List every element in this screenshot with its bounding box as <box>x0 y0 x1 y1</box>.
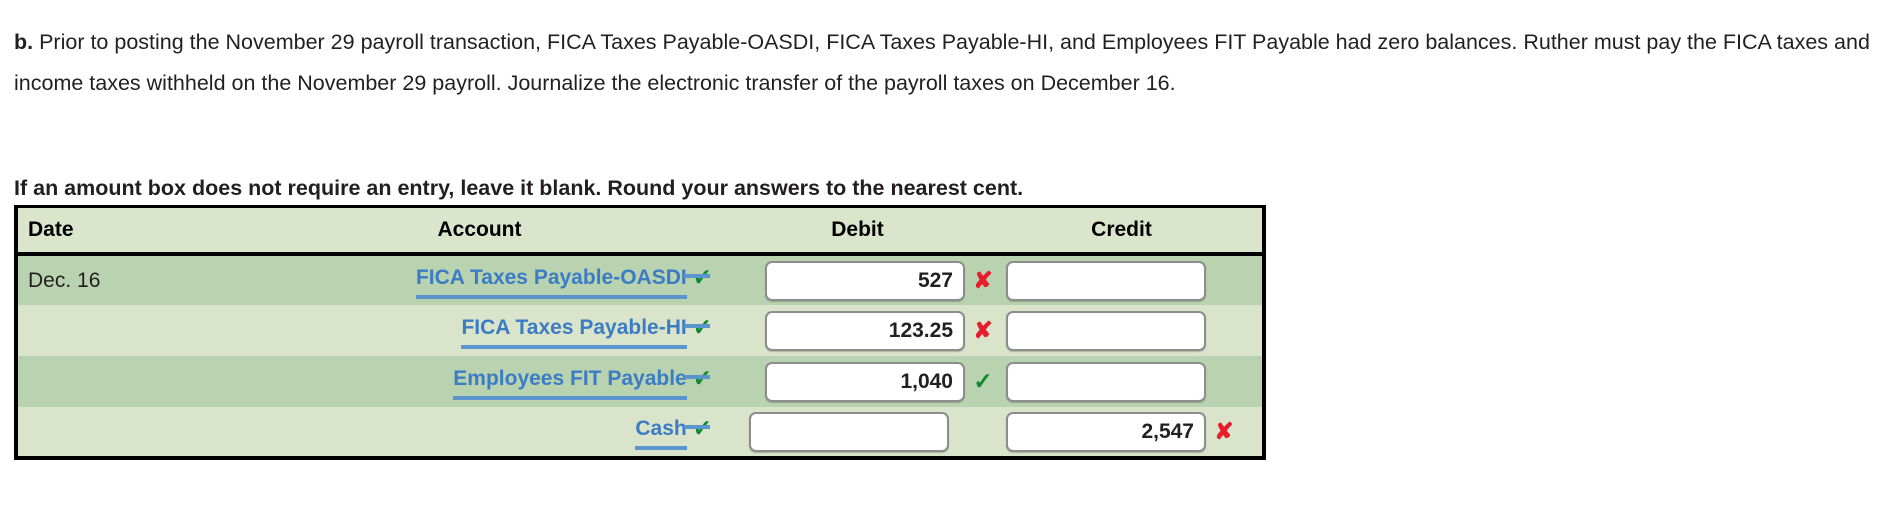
cell-debit: ✓ <box>726 356 1001 407</box>
table-row: Dec. 16 FICA Taxes Payable-OASDI✓ ✘ <box>16 254 1264 305</box>
cell-account: Employees FIT Payable ✓ <box>251 356 726 407</box>
problem-text: Prior to posting the November 29 payroll… <box>14 29 1870 95</box>
account-link[interactable]: FICA Taxes Payable-OASDI <box>415 266 687 299</box>
cell-account: FICA Taxes Payable-HI ✓ <box>251 305 726 356</box>
account-selector[interactable]: FICA Taxes Payable-OASDI ✓ <box>415 263 712 299</box>
table-row: Employees FIT Payable✓ ✓ <box>16 356 1264 407</box>
cell-date: Dec. 16 <box>16 254 251 305</box>
problem-label: b. <box>14 29 34 54</box>
cell-date <box>16 407 251 458</box>
cell-account: Cash ✓ <box>251 407 726 458</box>
problem-statement: b. Prior to posting the November 29 payr… <box>14 22 1884 104</box>
cell-date <box>16 305 251 356</box>
cell-credit: ✘ <box>1001 407 1264 458</box>
header-row: Date Account Debit Credit <box>16 206 1264 256</box>
instruction-text: If an amount box does not require an ent… <box>14 175 1024 200</box>
account-selector[interactable]: Cash ✓ <box>635 414 712 450</box>
table-row: Cash✓ ✘ <box>16 407 1264 458</box>
journal-entry-table-wrapper: Date Account Debit Credit Dec. 16 FICA T… <box>14 205 1266 460</box>
cell-debit: ✘ <box>726 254 1001 305</box>
account-link[interactable]: Employees FIT Payable <box>453 367 687 400</box>
credit-input[interactable] <box>1006 260 1206 301</box>
debit-incorrect-cross-icon: ✘ <box>973 267 993 293</box>
column-header-credit: Credit <box>1001 206 1264 256</box>
cell-date <box>16 356 251 407</box>
account-underline-decoration <box>684 424 710 429</box>
account-underline-decoration <box>684 323 710 328</box>
debit-input[interactable] <box>765 260 965 301</box>
debit-correct-check-icon: ✓ <box>973 368 993 394</box>
table-row: FICA Taxes Payable-HI✓ ✘ <box>16 305 1264 356</box>
cell-debit: ✘ <box>726 305 1001 356</box>
cell-credit <box>1001 356 1264 407</box>
debit-input[interactable] <box>749 411 949 452</box>
cell-debit <box>726 407 1001 458</box>
credit-incorrect-cross-icon: ✘ <box>1214 418 1234 444</box>
exercise-page: b. Prior to posting the November 29 payr… <box>0 0 1904 518</box>
credit-input[interactable] <box>1006 361 1206 402</box>
debit-input[interactable] <box>765 361 965 402</box>
credit-input[interactable] <box>1006 310 1206 351</box>
debit-input[interactable] <box>765 310 965 351</box>
account-link[interactable]: Cash <box>635 417 687 450</box>
table-header: Date Account Debit Credit <box>16 206 1264 256</box>
credit-input[interactable] <box>1006 411 1206 452</box>
account-selector[interactable]: Employees FIT Payable ✓ <box>453 364 712 400</box>
column-header-date: Date <box>16 206 251 256</box>
account-underline-decoration <box>684 374 710 379</box>
cell-credit <box>1001 254 1264 305</box>
account-underline-decoration <box>684 273 710 278</box>
cell-credit <box>1001 305 1264 356</box>
table-body: Dec. 16 FICA Taxes Payable-OASDI✓ ✘ <box>16 254 1264 458</box>
column-header-debit: Debit <box>726 206 1001 256</box>
debit-incorrect-cross-icon: ✘ <box>973 317 993 343</box>
account-selector[interactable]: FICA Taxes Payable-HI ✓ <box>461 313 712 349</box>
column-header-account: Account <box>251 206 726 256</box>
account-link[interactable]: FICA Taxes Payable-HI <box>461 316 687 349</box>
cell-account: FICA Taxes Payable-OASDI ✓ <box>251 254 726 305</box>
journal-entry-table: Date Account Debit Credit Dec. 16 FICA T… <box>14 205 1266 460</box>
